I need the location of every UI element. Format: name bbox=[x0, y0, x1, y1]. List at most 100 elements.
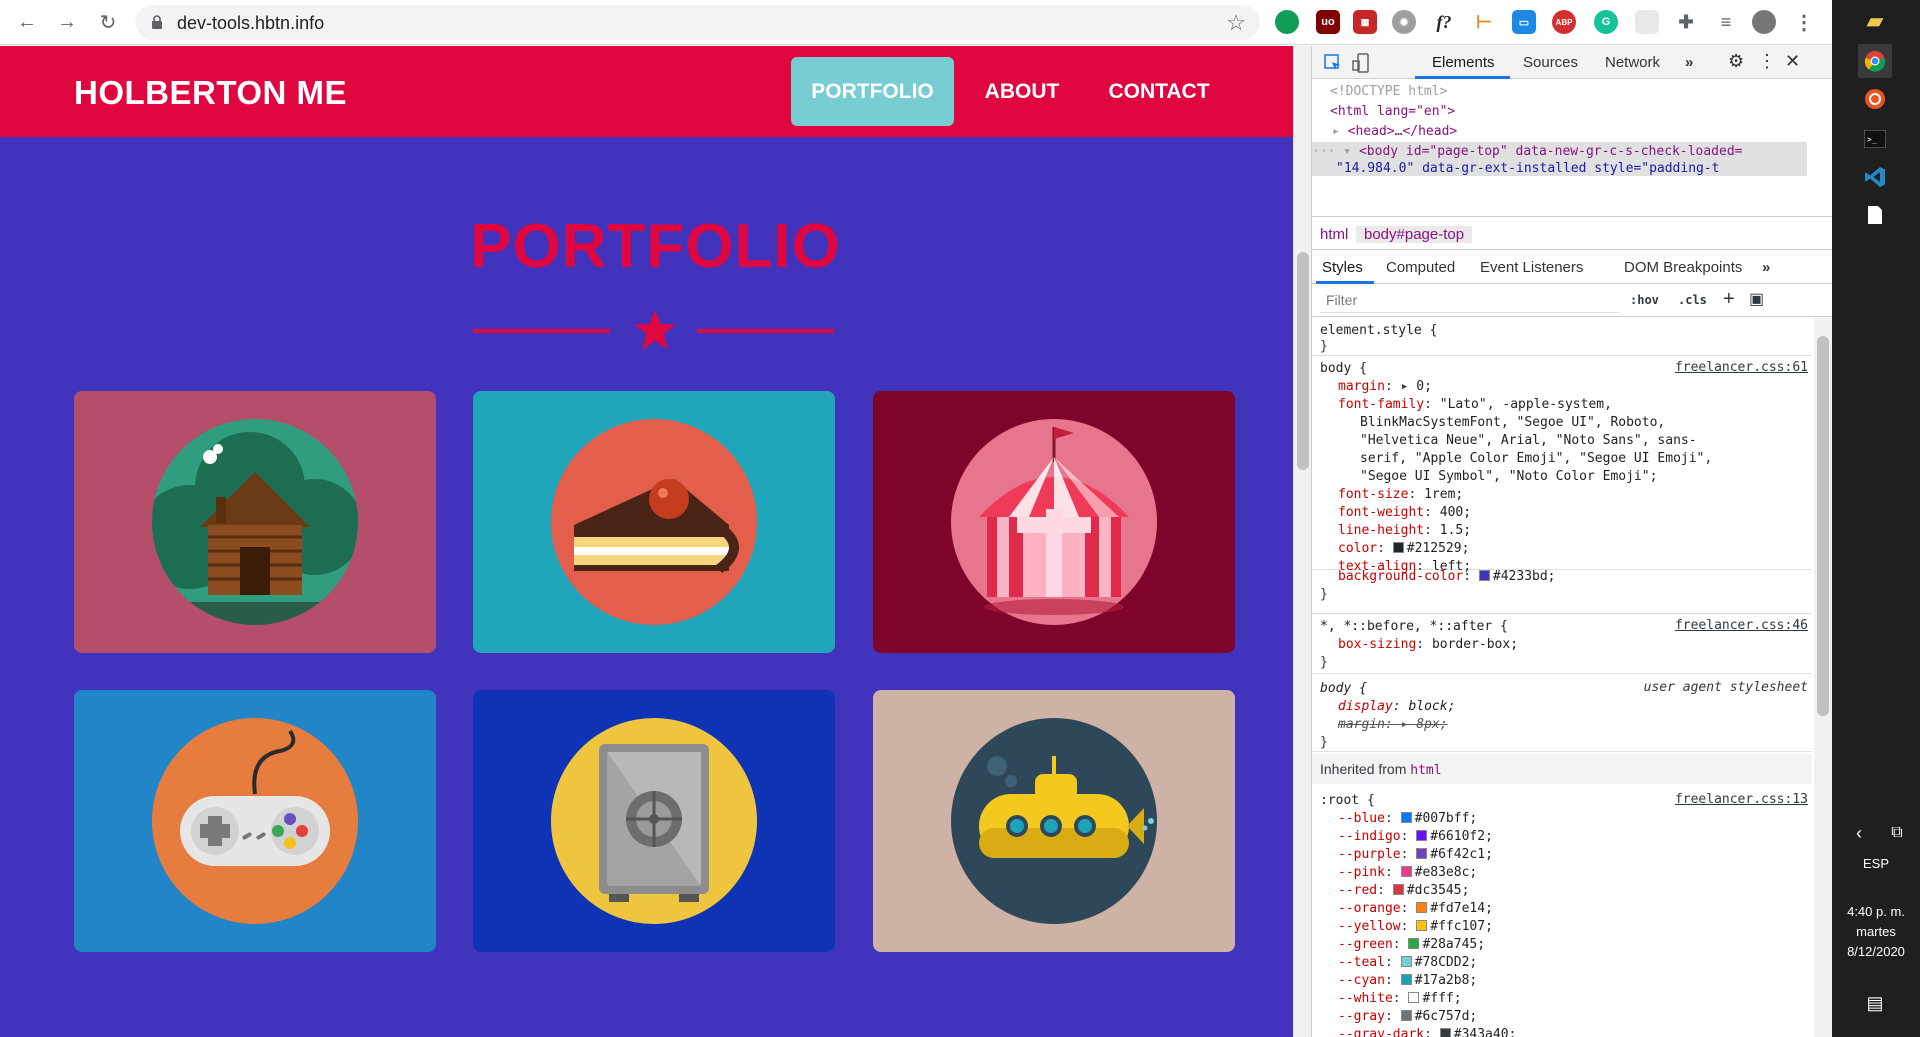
vscode-icon[interactable] bbox=[1858, 160, 1892, 194]
dom-html-node[interactable]: <html lang="en"> bbox=[1330, 102, 1825, 122]
more-tabs-icon[interactable]: » bbox=[1685, 54, 1693, 71]
styles-scrollbar[interactable] bbox=[1814, 318, 1832, 1037]
color-swatch[interactable] bbox=[1408, 938, 1420, 949]
close-devtools-icon[interactable]: ✕ bbox=[1785, 51, 1800, 72]
settings-gear-icon[interactable]: ⚙ bbox=[1728, 51, 1744, 72]
extension-gear-icon[interactable]: ✹ bbox=[1392, 10, 1416, 34]
chrome-taskbar-icon[interactable] bbox=[1858, 44, 1892, 78]
new-style-rule-icon[interactable]: + bbox=[1723, 288, 1735, 311]
css-variable-gray-dark[interactable]: --gray-dark: #343a40; bbox=[1338, 1026, 1516, 1037]
device-toolbar-icon[interactable] bbox=[1352, 53, 1370, 73]
more-subtabs-icon[interactable]: » bbox=[1762, 259, 1770, 276]
ublock-icon[interactable]: uo bbox=[1316, 10, 1340, 34]
css-variable-white[interactable]: --white: #fff; bbox=[1338, 990, 1462, 1008]
portfolio-card-circus[interactable] bbox=[873, 391, 1235, 653]
dom-head-node[interactable]: ▸ <head>…</head> bbox=[1332, 122, 1827, 142]
font-family-value-4[interactable]: serif, "Apple Color Emoji", "Segoe UI Em… bbox=[1360, 451, 1712, 466]
extensions-puzzle-icon[interactable]: ✚ bbox=[1674, 10, 1698, 34]
css-variable-pink[interactable]: --pink: #e83e8c; bbox=[1338, 864, 1477, 882]
css-variable-indigo[interactable]: --indigo: #6610f2; bbox=[1338, 828, 1493, 846]
root-selector[interactable]: :root { bbox=[1320, 793, 1375, 808]
subtab-event-listeners[interactable]: Event Listeners bbox=[1480, 259, 1583, 276]
dom-doctype[interactable]: <!DOCTYPE html> bbox=[1330, 82, 1825, 102]
ubuntu-icon[interactable] bbox=[1858, 82, 1892, 116]
input-language[interactable]: ESP bbox=[1832, 856, 1920, 871]
subtab-styles[interactable]: Styles bbox=[1322, 259, 1363, 276]
portfolio-card-cabin[interactable] bbox=[74, 391, 436, 653]
body-rule-source-link[interactable]: freelancer.css:61 bbox=[1675, 360, 1808, 375]
color-value[interactable]: #212529; bbox=[1407, 541, 1470, 556]
font-weight-value[interactable]: 400; bbox=[1440, 505, 1471, 520]
clock-day[interactable]: martes bbox=[1832, 924, 1920, 939]
color-swatch[interactable] bbox=[1416, 848, 1428, 859]
color-swatch[interactable] bbox=[1416, 830, 1428, 841]
browser-menu-icon[interactable]: ⋮ bbox=[1792, 10, 1816, 34]
color-swatch[interactable] bbox=[1400, 974, 1412, 985]
page-scrollbar[interactable] bbox=[1293, 46, 1311, 1037]
color-swatch[interactable] bbox=[1400, 956, 1412, 967]
extension-green-dot-icon[interactable] bbox=[1275, 10, 1299, 34]
color-swatch[interactable] bbox=[1400, 1010, 1412, 1021]
background-color-value[interactable]: #4233bd; bbox=[1493, 569, 1556, 584]
line-height-value[interactable]: 1.5; bbox=[1440, 523, 1471, 538]
reload-icon[interactable]: ↻ bbox=[95, 9, 121, 35]
extension-red-grid-icon[interactable]: ▦ bbox=[1353, 10, 1377, 34]
hov-toggle[interactable]: :hov bbox=[1630, 293, 1659, 307]
css-variable-teal[interactable]: --teal: #78CDD2; bbox=[1338, 954, 1477, 972]
toggle-sidebar-icon[interactable]: ▣ bbox=[1749, 289, 1764, 309]
extension-blank-icon[interactable] bbox=[1635, 10, 1659, 34]
universal-rule-source-link[interactable]: freelancer.css:46 bbox=[1675, 618, 1808, 633]
breadcrumb-html[interactable]: html bbox=[1320, 226, 1348, 243]
cls-toggle[interactable]: .cls bbox=[1678, 293, 1707, 307]
css-variable-red[interactable]: --red: #dc3545; bbox=[1338, 882, 1469, 900]
css-variable-green[interactable]: --green: #28a745; bbox=[1338, 936, 1485, 954]
portfolio-card-submarine[interactable] bbox=[873, 690, 1235, 952]
forward-icon[interactable]: → bbox=[54, 9, 80, 35]
css-variable-blue[interactable]: --blue: #007bff; bbox=[1338, 810, 1477, 828]
root-rule-source-link[interactable]: freelancer.css:13 bbox=[1675, 792, 1808, 807]
extension-f-icon[interactable]: f? bbox=[1432, 10, 1456, 34]
font-size-value[interactable]: 1rem; bbox=[1424, 487, 1463, 502]
adblock-plus-icon[interactable]: ABP bbox=[1552, 10, 1576, 34]
media-queue-icon[interactable]: ≡ bbox=[1714, 10, 1738, 34]
background-color-swatch[interactable] bbox=[1478, 570, 1490, 581]
back-icon[interactable]: ← bbox=[14, 9, 40, 35]
notifications-icon[interactable]: ▤ bbox=[1858, 986, 1892, 1020]
nav-link-portfolio[interactable]: PORTFOLIO bbox=[791, 57, 954, 126]
color-swatch[interactable] bbox=[1392, 542, 1404, 553]
profile-avatar[interactable] bbox=[1752, 10, 1776, 34]
color-swatch[interactable] bbox=[1439, 1028, 1451, 1037]
body-selector[interactable]: body { bbox=[1320, 361, 1367, 376]
css-variable-yellow[interactable]: --yellow: #ffc107; bbox=[1338, 918, 1493, 936]
subtab-computed[interactable]: Computed bbox=[1386, 259, 1455, 276]
subtab-dom-breakpoints[interactable]: DOM Breakpoints bbox=[1624, 259, 1742, 276]
devtools-tab-elements[interactable]: Elements bbox=[1432, 54, 1495, 71]
font-family-value-1[interactable]: "Lato", -apple-system, bbox=[1440, 397, 1612, 412]
color-swatch[interactable] bbox=[1416, 920, 1428, 931]
bookmark-star-icon[interactable]: ☆ bbox=[1226, 10, 1246, 36]
clock-time[interactable]: 4:40 p. m. bbox=[1832, 904, 1920, 919]
page-scrollbar-thumb[interactable] bbox=[1297, 252, 1309, 470]
color-swatch[interactable] bbox=[1416, 902, 1428, 913]
color-swatch[interactable] bbox=[1400, 866, 1412, 877]
styles-scrollbar-thumb[interactable] bbox=[1817, 336, 1829, 716]
portfolio-card-controller[interactable] bbox=[74, 690, 436, 952]
file-explorer-icon[interactable]: ▰ bbox=[1858, 4, 1892, 38]
color-swatch[interactable] bbox=[1408, 992, 1420, 1003]
portfolio-card-cake[interactable] bbox=[473, 391, 835, 653]
css-variable-orange[interactable]: --orange: #fd7e14; bbox=[1338, 900, 1493, 918]
devtools-tab-network[interactable]: Network bbox=[1605, 54, 1660, 71]
nav-link-contact[interactable]: CONTACT bbox=[1090, 57, 1228, 126]
font-family-value-3[interactable]: "Helvetica Neue", Arial, "Noto Sans", sa… bbox=[1360, 433, 1697, 448]
document-icon[interactable] bbox=[1858, 198, 1892, 232]
clock-date[interactable]: 8/12/2020 bbox=[1832, 944, 1920, 959]
margin-value[interactable]: 0; bbox=[1416, 379, 1432, 394]
dom-body-attrs[interactable]: "14.984.0" data-gr-ext-installed style="… bbox=[1312, 162, 1807, 176]
css-variable-purple[interactable]: --purple: #6f42c1; bbox=[1338, 846, 1493, 864]
terminal-icon[interactable]: >_ bbox=[1858, 122, 1892, 156]
font-family-value-5[interactable]: "Segoe UI Symbol", "Noto Color Emoji"; bbox=[1360, 469, 1657, 484]
extension-window-icon[interactable]: ▭ bbox=[1512, 10, 1536, 34]
dom-body-node[interactable]: ··· ▾ <body id="page-top" data-new-gr-c-… bbox=[1312, 142, 1807, 162]
inherited-from-html-link[interactable]: html bbox=[1410, 763, 1441, 778]
devtools-menu-icon[interactable]: ⋮ bbox=[1758, 51, 1776, 72]
